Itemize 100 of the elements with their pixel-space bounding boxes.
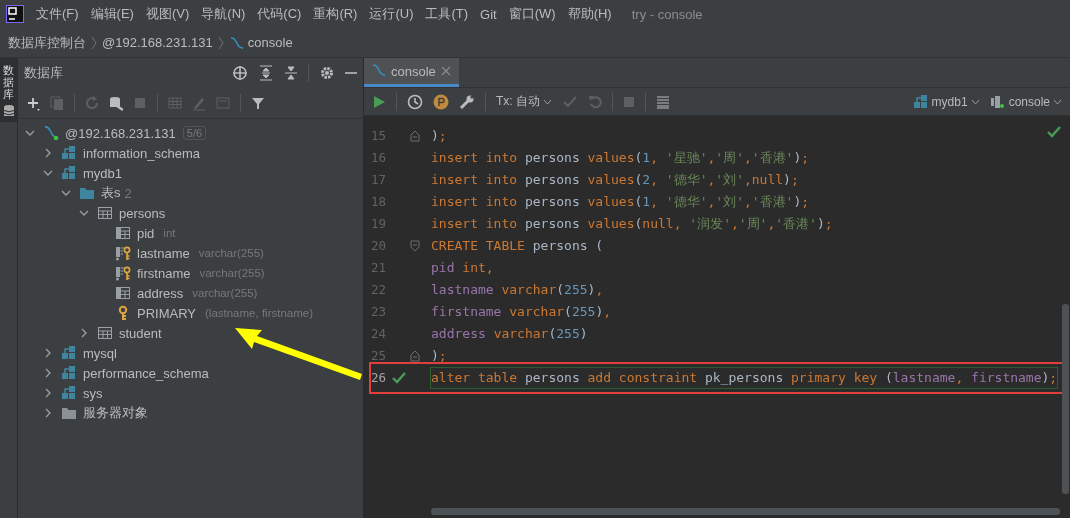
line-number: 18 [369,193,386,211]
code-line: ); [431,127,447,145]
editor-tab[interactable]: console [364,58,459,87]
chevron-right-icon[interactable] [43,387,53,399]
chevron-right-icon[interactable] [43,367,53,379]
code-line: firstname varchar(255), [431,303,612,321]
tree-item[interactable]: mysql [83,345,117,361]
settings-icon[interactable] [320,66,334,80]
line-number: 23 [369,303,386,321]
menu-item[interactable]: 重构(R) [307,5,364,23]
tree-item[interactable]: performance_schema [83,365,209,381]
line-number: 16 [369,149,386,167]
chevron-right-icon[interactable] [43,407,53,419]
code-line: address varchar(255) [431,325,588,343]
tree-item[interactable]: mydb1 [83,165,123,181]
breadcrumb-item[interactable]: @192.168.231.131 [102,35,213,50]
menu-item[interactable]: 视图(V) [139,5,196,23]
menu-item[interactable]: 运行(U) [363,5,420,23]
window-title: try - console [631,6,703,22]
collapse-all-icon[interactable] [284,65,298,81]
fold-end-icon[interactable] [410,350,420,362]
breadcrumb-item[interactable]: 数据库控制台 [8,33,86,52]
connection-icon [43,125,59,141]
output-table-icon[interactable] [656,94,670,109]
parameter-icon[interactable] [433,93,449,110]
schema-icon [61,365,77,381]
console-icon [228,35,245,50]
menu-item[interactable]: 窗口(W) [502,5,562,23]
column-icon [115,225,131,241]
column-icon [115,285,131,301]
fold-end-icon[interactable] [410,130,420,142]
item-count: 2 [124,185,132,201]
tree-item[interactable]: 表s [101,184,121,202]
app-logo-icon [6,5,24,23]
session-dropdown[interactable]: console [989,94,1062,109]
folder-icon [79,185,95,201]
menu-item[interactable]: Git [474,6,503,22]
tree-item[interactable]: @192.168.231.131 [65,125,176,141]
close-icon [440,66,451,76]
locate-icon[interactable] [232,65,248,81]
schema-icon [61,165,77,181]
menu-item[interactable]: 帮助(H) [561,5,618,23]
breadcrumb-item[interactable]: console [247,35,293,50]
caret-icon [1053,98,1062,105]
table-icon [97,205,113,221]
line-number: 24 [369,325,386,343]
history-icon[interactable] [407,93,423,110]
tree-item[interactable]: firstname [137,265,191,281]
schema-icon [912,93,929,110]
line-number: 17 [369,171,386,189]
chevron-right-icon[interactable] [43,147,53,159]
column-type: int [163,227,176,239]
line-number: 22 [369,281,386,299]
chevron-icon [216,35,225,50]
folder-icon [61,405,77,421]
panel-title: 数据库 [24,64,64,82]
caret-icon [970,98,980,105]
add-icon[interactable] [26,95,40,111]
database-settings-icon[interactable] [109,95,123,111]
scrollbar[interactable] [1062,304,1069,494]
filter-icon[interactable] [251,95,265,111]
line-number: 20 [369,237,386,255]
tree-item[interactable]: lastname [137,245,190,261]
menu-item[interactable]: 工具(T) [419,5,475,23]
scrollbar[interactable] [431,508,1060,515]
chevron-right-icon[interactable] [79,327,89,339]
menu-item[interactable]: 编辑(E) [84,5,140,23]
inspection-ok-icon [1047,126,1061,138]
schema-dropdown[interactable]: mydb1 [912,93,980,110]
code-line: lastname varchar(255), [431,281,604,299]
run-icon[interactable] [372,94,386,109]
tree-item[interactable]: PRIMARY [137,305,196,321]
tree-item[interactable]: address [137,285,184,301]
wrench-icon[interactable] [459,93,475,110]
code-line: pid int, [431,259,494,277]
code-line: CREATE TABLE persons ( [431,237,604,255]
code-line: insert into persons values(null, '润发','周','香港'); [431,215,833,233]
tree-item[interactable]: student [119,325,162,341]
line-number: 19 [369,215,386,233]
line-number: 25 [369,347,386,365]
line-number: 15 [369,127,386,145]
code-line: insert into persons values(1, '德华','刘','香港'); [431,193,810,211]
code-line: insert into persons values(2, '德华','刘',null); [431,171,799,189]
menu-item[interactable]: 代码(C) [251,5,308,23]
column-type: varchar(255) [198,247,264,259]
session-icon [989,94,1006,109]
menu-item[interactable]: 导航(N) [195,5,252,23]
tree-item[interactable]: information_schema [83,145,201,161]
transaction-mode-dropdown[interactable]: Tx: 自动 [496,93,552,110]
menu-item[interactable]: 文件(F) [30,5,85,23]
caret-icon [543,98,552,105]
column-type: varchar(255) [199,267,265,279]
console-icon [372,64,386,78]
tree-item[interactable]: 服务器对象 [83,404,148,422]
expand-all-icon[interactable] [259,65,273,81]
fold-start-icon[interactable] [410,240,420,252]
chevron-right-icon[interactable] [43,347,53,359]
tree-item[interactable]: sys [83,385,103,401]
tree-item[interactable]: persons [119,205,166,221]
tree-item[interactable]: pid [137,225,155,241]
